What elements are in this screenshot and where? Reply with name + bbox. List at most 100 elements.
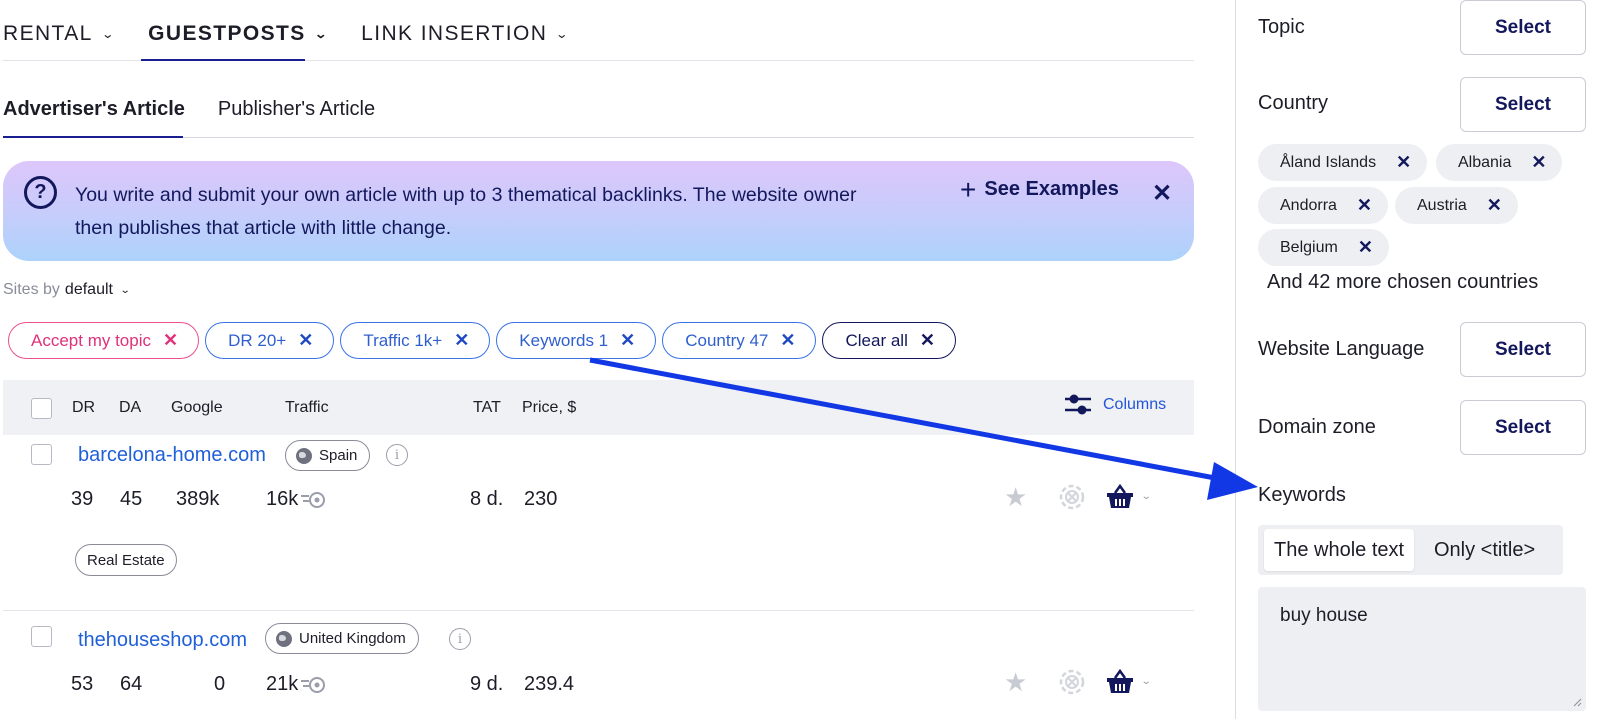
country-chip: Austria ✕ xyxy=(1395,187,1518,224)
close-icon[interactable]: ✕ xyxy=(920,330,935,351)
country-badge: United Kingdom xyxy=(265,623,419,654)
close-icon[interactable]: ✕ xyxy=(1152,179,1172,208)
domain-zone-select-button[interactable]: Select xyxy=(1460,400,1586,455)
select-all-checkbox[interactable] xyxy=(31,398,52,419)
filter-chip-label: DR 20+ xyxy=(228,330,287,350)
row-checkbox[interactable] xyxy=(31,626,52,647)
country-label: Country xyxy=(1258,92,1329,114)
globe-icon xyxy=(276,630,292,647)
top-nav: RENTAL ⌄ GUESTPOSTS ⌄ LINK INSERTION ⌄ xyxy=(3,18,603,50)
filter-chip-keywords[interactable]: Keywords 1 ✕ xyxy=(496,322,657,359)
close-icon[interactable]: ✕ xyxy=(163,330,178,351)
nav-guestposts[interactable]: GUESTPOSTS ⌄ xyxy=(148,18,327,50)
site-link[interactable]: barcelona-home.com xyxy=(78,444,266,467)
chevron-down-icon: ⌄ xyxy=(119,284,131,296)
header-traffic[interactable]: Traffic xyxy=(285,399,329,417)
topic-select-button[interactable]: Select xyxy=(1460,0,1586,55)
nav-link-insertion[interactable]: LINK INSERTION ⌄ xyxy=(361,18,569,50)
keywords-textarea[interactable]: buy house xyxy=(1258,587,1586,711)
resize-grip-icon[interactable] xyxy=(1572,697,1582,707)
cell-price: 230 xyxy=(524,488,558,510)
filter-chip-label: Country 47 xyxy=(685,330,769,350)
cell-dr: 39 xyxy=(71,488,94,510)
nav-guestposts-label: GUESTPOSTS xyxy=(148,22,306,45)
chevron-down-icon[interactable]: ⌄ xyxy=(1141,676,1152,687)
cancel-settings-icon[interactable] xyxy=(1058,668,1086,696)
tab-advertisers-article[interactable]: Advertiser's Article xyxy=(3,98,185,126)
info-icon[interactable]: i xyxy=(449,628,471,650)
header-google[interactable]: Google xyxy=(171,399,223,417)
table-header: DR DA Google Traffic TAT Price, $ Column… xyxy=(3,380,1194,435)
header-da[interactable]: DA xyxy=(119,399,141,417)
info-banner: ? You write and submit your own article … xyxy=(3,161,1194,261)
filter-chip-traffic[interactable]: Traffic 1k+ ✕ xyxy=(340,322,491,359)
nav-active-underline xyxy=(141,59,305,61)
sort-selector[interactable]: Sites by default ⌄ xyxy=(3,281,131,299)
speed-icon xyxy=(301,491,326,508)
basket-icon[interactable] xyxy=(1106,484,1134,510)
cell-da: 64 xyxy=(120,673,143,695)
banner-text: You write and submit your own article wi… xyxy=(75,184,857,239)
filter-chip-dr[interactable]: DR 20+ ✕ xyxy=(205,322,335,359)
country-label: Spain xyxy=(319,447,358,464)
close-icon[interactable]: ✕ xyxy=(620,330,635,351)
more-countries-text: And 42 more chosen countries xyxy=(1267,271,1539,293)
star-icon[interactable]: ★ xyxy=(1004,667,1027,698)
basket-icon[interactable] xyxy=(1106,669,1134,695)
chevron-down-icon: ⌄ xyxy=(313,27,329,41)
category-tag: Real Estate xyxy=(75,544,177,576)
see-examples-button[interactable]: + See Examples xyxy=(960,175,1119,203)
close-icon[interactable]: ✕ xyxy=(1357,195,1372,216)
tab-publishers-article[interactable]: Publisher's Article xyxy=(218,98,375,126)
country-select-button[interactable]: Select xyxy=(1460,77,1586,132)
filter-chip-country[interactable]: Country 47 ✕ xyxy=(662,322,817,359)
keywords-mode-title[interactable]: Only <title> xyxy=(1424,529,1545,571)
star-icon[interactable]: ★ xyxy=(1004,482,1027,513)
article-tabs: Advertiser's Article Publisher's Article xyxy=(3,98,408,126)
sliders-icon xyxy=(1065,394,1091,415)
traffic-value: 16k xyxy=(266,488,299,510)
info-icon[interactable]: i xyxy=(386,444,408,466)
header-dr[interactable]: DR xyxy=(72,399,95,417)
cancel-settings-icon[interactable] xyxy=(1058,483,1086,511)
close-icon[interactable]: ✕ xyxy=(1396,152,1411,173)
cell-google: 0 xyxy=(214,673,226,695)
close-icon[interactable]: ✕ xyxy=(1358,237,1373,258)
cell-tat: 8 d. xyxy=(470,488,504,510)
close-icon[interactable]: ✕ xyxy=(780,330,795,351)
country-chip-label: Andorra xyxy=(1280,196,1337,214)
chevron-down-icon: ⌄ xyxy=(100,27,116,41)
close-icon[interactable]: ✕ xyxy=(1487,195,1502,216)
website-language-select-button[interactable]: Select xyxy=(1460,322,1586,377)
country-chip: Åland Islands ✕ xyxy=(1258,144,1428,181)
country-chip: Albania ✕ xyxy=(1436,144,1563,181)
cell-dr: 53 xyxy=(71,673,94,695)
row-checkbox[interactable] xyxy=(31,444,52,465)
close-icon[interactable]: ✕ xyxy=(298,330,313,351)
header-price[interactable]: Price, $ xyxy=(522,399,576,417)
clear-all-button[interactable]: Clear all ✕ xyxy=(822,322,956,359)
cell-traffic: 16k xyxy=(266,488,326,511)
nav-link-insertion-label: LINK INSERTION xyxy=(361,22,548,45)
question-circle-icon: ? xyxy=(24,176,57,209)
keywords-mode-whole-text[interactable]: The whole text xyxy=(1264,529,1415,571)
sort-value: default xyxy=(64,281,113,298)
filter-chip-label: Traffic 1k+ xyxy=(363,330,443,350)
nav-rental[interactable]: RENTAL ⌄ xyxy=(3,18,114,50)
filter-chip-accept-topic[interactable]: Accept my topic ✕ xyxy=(8,322,200,359)
traffic-value: 21k xyxy=(266,673,299,695)
site-link[interactable]: thehouseshop.com xyxy=(78,629,247,652)
active-filters: Accept my topic ✕ DR 20+ ✕ Traffic 1k+ ✕ Ke… xyxy=(8,322,962,359)
country-chip: Belgium ✕ xyxy=(1258,229,1389,266)
columns-button[interactable]: Columns xyxy=(1063,393,1166,417)
globe-icon xyxy=(296,447,312,464)
close-icon[interactable]: ✕ xyxy=(1531,152,1546,173)
row-divider xyxy=(3,610,1194,611)
chevron-down-icon[interactable]: ⌄ xyxy=(1141,491,1152,502)
close-icon[interactable]: ✕ xyxy=(454,330,469,351)
country-label: United Kingdom xyxy=(299,630,406,647)
header-tat[interactable]: TAT xyxy=(473,399,501,417)
keywords-label: Keywords xyxy=(1258,484,1346,506)
country-chip-label: Albania xyxy=(1458,153,1512,171)
keywords-value: buy house xyxy=(1280,605,1368,626)
